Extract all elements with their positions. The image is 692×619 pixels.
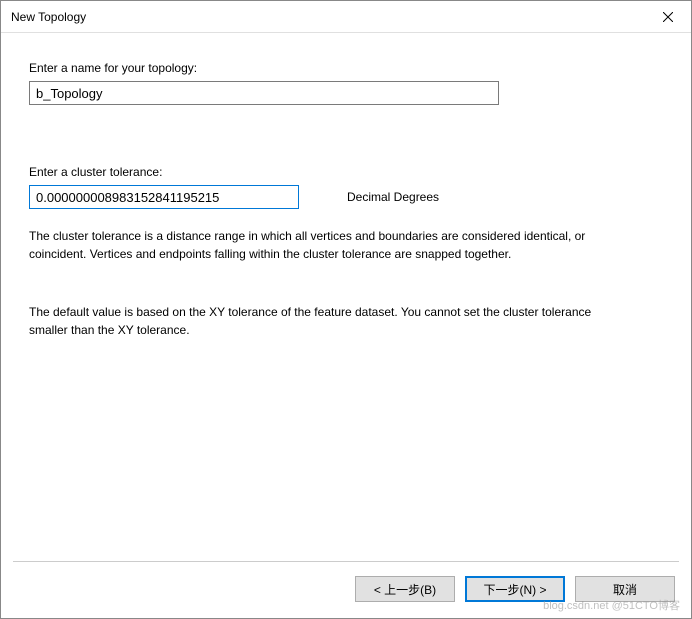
titlebar: New Topology: [1, 1, 691, 33]
cluster-tolerance-input[interactable]: [29, 185, 299, 209]
cluster-tolerance-label: Enter a cluster tolerance:: [29, 165, 663, 179]
tolerance-description-2: The default value is based on the XY tol…: [29, 303, 629, 339]
button-row: < 上一步(B) 下一步(N) > 取消: [1, 562, 691, 618]
topology-name-label: Enter a name for your topology:: [29, 61, 663, 75]
close-icon: [663, 12, 673, 22]
topology-name-input[interactable]: [29, 81, 499, 105]
cancel-button[interactable]: 取消: [575, 576, 675, 602]
tolerance-unit-label: Decimal Degrees: [347, 190, 439, 204]
window-title: New Topology: [11, 10, 86, 24]
next-button[interactable]: 下一步(N) >: [465, 576, 565, 602]
dialog-content: Enter a name for your topology: Enter a …: [1, 33, 691, 561]
dialog-window: New Topology Enter a name for your topol…: [0, 0, 692, 619]
tolerance-description-1: The cluster tolerance is a distance rang…: [29, 227, 629, 263]
back-button[interactable]: < 上一步(B): [355, 576, 455, 602]
close-button[interactable]: [645, 1, 691, 33]
